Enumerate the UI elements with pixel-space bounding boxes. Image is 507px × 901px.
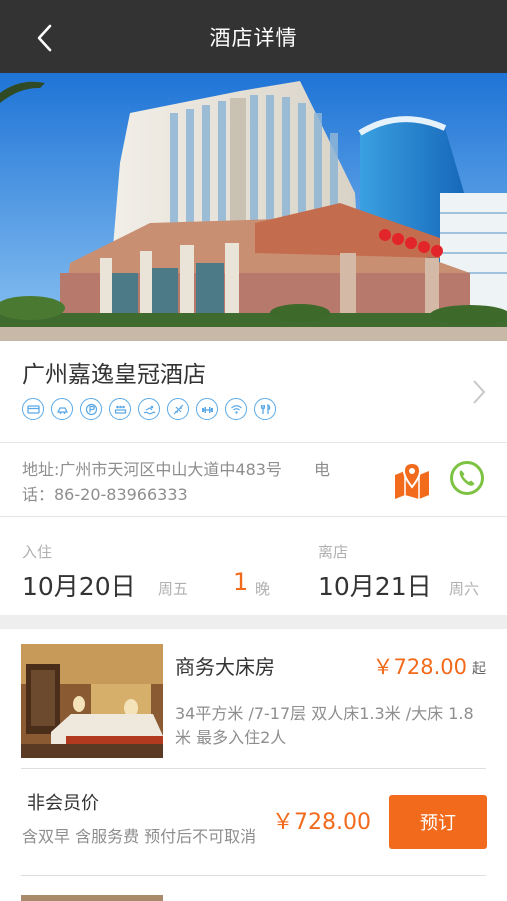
amenity-icons xyxy=(22,398,276,420)
checkin-weekday: 周五 xyxy=(158,580,189,598)
parking-p-icon xyxy=(80,398,102,420)
credit-card-icon xyxy=(22,398,44,420)
meeting-icon xyxy=(109,398,131,420)
restaurant-icon xyxy=(254,398,276,420)
next-room-photo xyxy=(21,895,163,901)
room-price: ￥728.00 xyxy=(372,655,467,679)
rate-price: ￥728.00 xyxy=(272,810,371,835)
rate-description: 含双早 含服务费 预付后不可取消 xyxy=(22,827,257,846)
address-text: 地址:广州市天河区中山大道中483号 电 话：86-20-83966333 xyxy=(22,457,388,507)
phone-icon[interactable] xyxy=(449,460,485,496)
checkout-weekday: 周六 xyxy=(449,580,480,598)
hotel-name: 广州嘉逸皇冠酒店 xyxy=(22,362,206,388)
rate-name: 非会员价 xyxy=(27,793,99,814)
section-gap xyxy=(0,615,507,629)
hotel-info[interactable]: 广州嘉逸皇冠酒店 xyxy=(0,341,507,442)
room-description: 34平方米 /7-17层 双人床1.3米 /大床 1.8米 最多入住2人 xyxy=(175,704,474,747)
back-chevron-icon[interactable] xyxy=(30,20,62,56)
map-icon[interactable] xyxy=(393,461,431,501)
divider xyxy=(21,875,486,876)
chevron-right-icon[interactable] xyxy=(469,377,489,407)
address-line1: 地址:广州市天河区中山大道中483号 xyxy=(22,460,282,479)
gym-icon xyxy=(196,398,218,420)
wifi-icon xyxy=(225,398,247,420)
parking-icon xyxy=(51,398,73,420)
hotel-photo xyxy=(0,73,507,341)
address-tel-prefix: 电 xyxy=(313,460,330,479)
checkin-label: 入住 xyxy=(22,543,53,561)
page-title: 酒店详情 xyxy=(209,25,298,50)
address-section: 地址:广州市天河区中山大道中483号 电 话：86-20-83966333 xyxy=(0,443,507,516)
address-line2: 话：86-20-83966333 xyxy=(22,485,188,504)
checkin-date[interactable]: 10月20日 xyxy=(22,567,136,603)
top-navbar: 酒店详情 xyxy=(0,0,507,73)
checkout-date[interactable]: 10月21日 xyxy=(318,567,432,603)
room-photo[interactable] xyxy=(21,644,163,758)
room-name: 商务大床房 xyxy=(175,655,275,679)
nights-unit: 晚 xyxy=(255,580,271,598)
checkout-label: 离店 xyxy=(318,543,349,561)
airport-shuttle-icon xyxy=(167,398,189,420)
swimming-icon xyxy=(138,398,160,420)
stay-dates[interactable]: 入住 10月20日 周五 1 晚 离店 10月21日 周六 xyxy=(0,517,507,615)
book-button[interactable]: 预订 xyxy=(389,795,487,849)
room-card: 商务大床房 ￥728.00 起 34平方米 /7-17层 双人床1.3米 /大床… xyxy=(0,629,507,901)
divider xyxy=(21,768,486,769)
nights-count: 1 xyxy=(233,568,249,596)
room-price-suffix: 起 xyxy=(472,661,486,677)
